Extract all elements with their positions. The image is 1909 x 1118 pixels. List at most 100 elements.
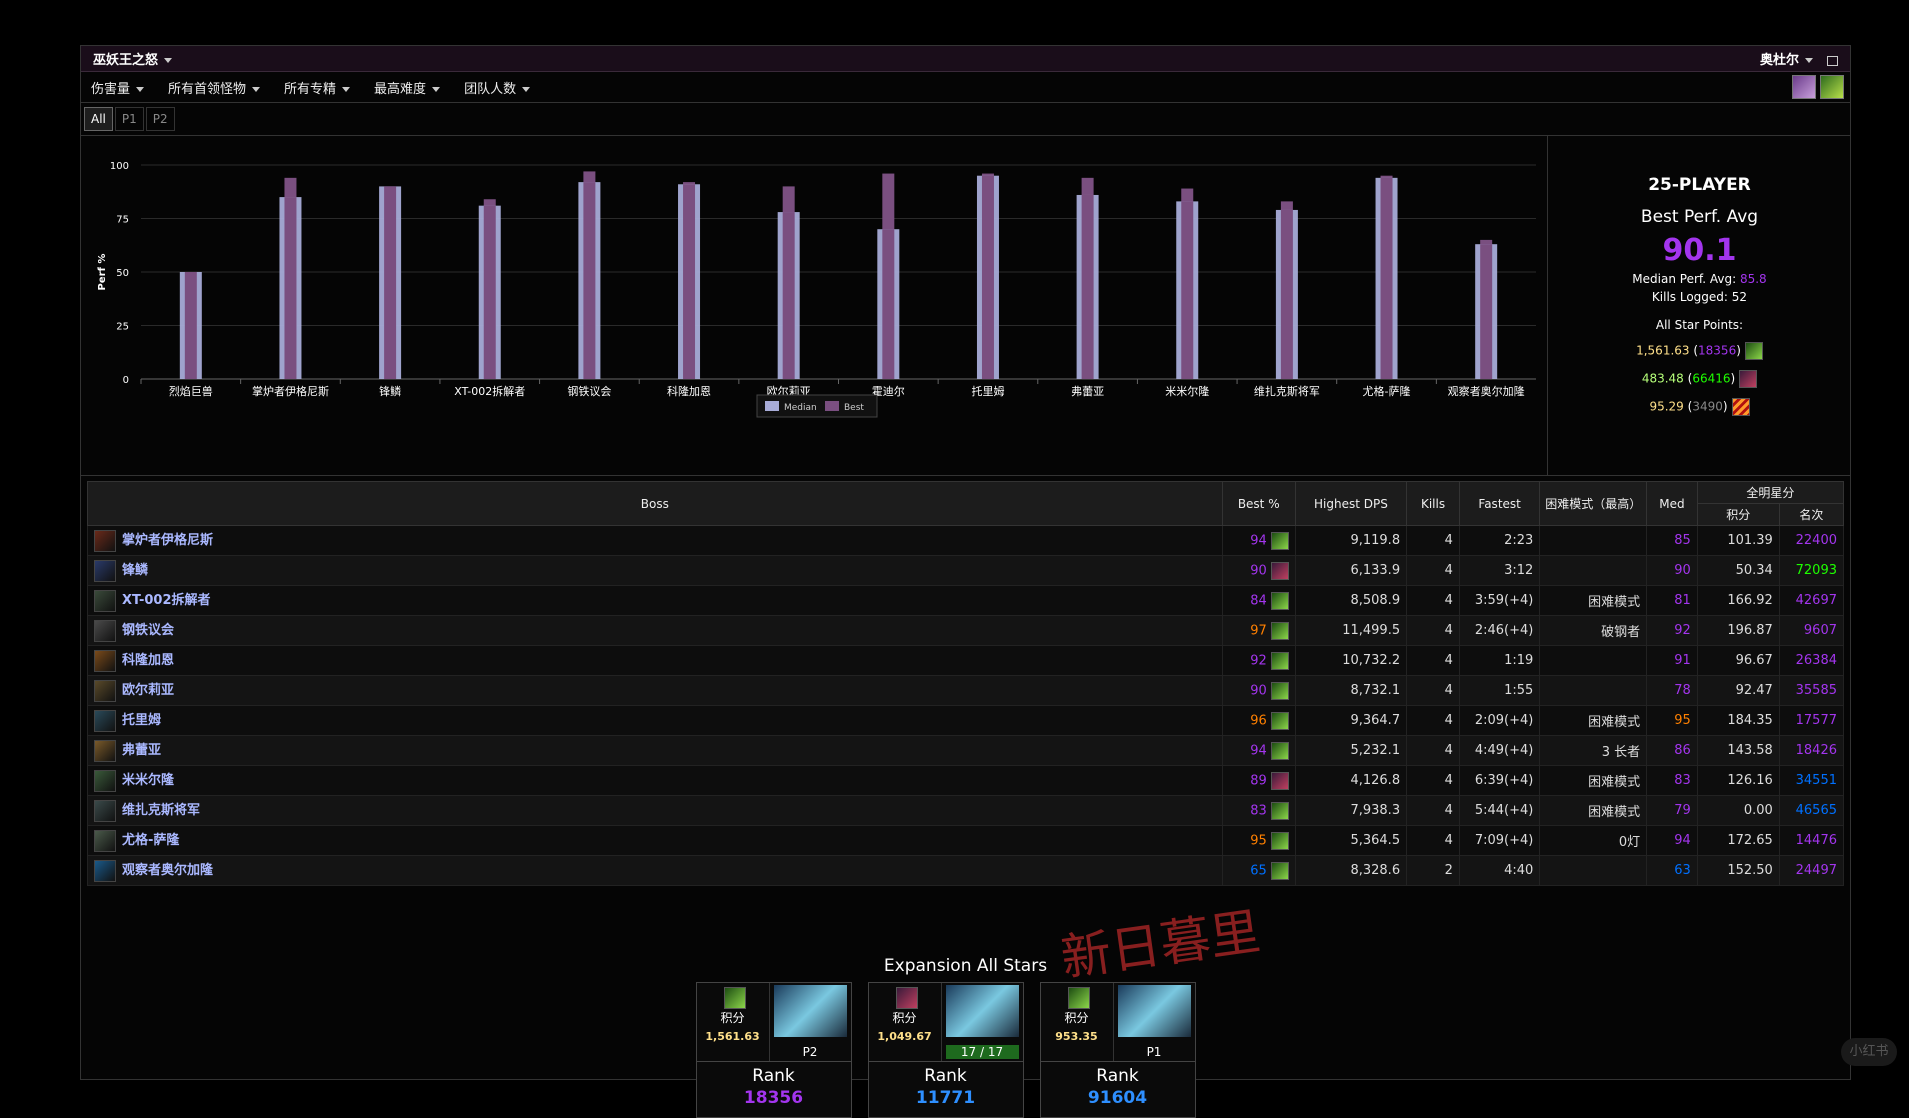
table-row[interactable]: 米米尔隆 89 4,126.8 4 6:39(+4) 困难模式 83 126.16 34551 [87, 765, 1845, 796]
table-row[interactable]: 托里姆 96 9,364.7 4 2:09(+4) 困难模式 95 184.35 17577 [87, 705, 1845, 736]
dps-cell: 8,732.1 [1294, 675, 1408, 706]
table-row[interactable]: 科隆加恩 92 10,732.2 4 1:19 91 96.67 26384 [87, 645, 1845, 676]
card-points-area: 积分 953.35 [1041, 983, 1114, 1061]
filter-spec[interactable]: 所有专精 [284, 78, 351, 97]
col-best[interactable]: Best % [1221, 481, 1296, 526]
x-tick-label: 维扎克斯将军 [1254, 384, 1320, 398]
boss-name-link[interactable]: 米米尔隆 [122, 773, 174, 788]
table-row[interactable]: XT-002拆解者 84 8,508.9 4 3:59(+4) 困难模式 81 166.92 4… [87, 585, 1845, 616]
median-label: Median Perf. Avg: [1632, 272, 1737, 286]
legend-best-label: Best [844, 403, 864, 413]
table-row[interactable]: 维扎克斯将军 83 7,938.3 4 5:44(+4) 困难模式 79 0.00 46565 [87, 795, 1845, 826]
boss-cell: 托里姆 [87, 705, 1223, 736]
server-label: 奥杜尔 [1759, 53, 1799, 68]
table-row[interactable]: 观察者奥尔加隆 65 8,328.6 2 4:40 63 152.50 24497 [87, 855, 1845, 886]
bar-best-overlay [384, 186, 397, 379]
tab-p2[interactable]: P2 [145, 107, 175, 131]
allstar-card[interactable]: 积分 1,561.63 P2 Rank 18356 [695, 982, 852, 1118]
card-label: 积分 [1064, 1011, 1089, 1025]
nature-spec-icon [1270, 861, 1289, 880]
boss-name-link[interactable]: 钢铁议会 [122, 623, 174, 638]
table-row[interactable]: 掌炉者伊格尼斯 94 9,119.8 4 2:23 85 101.39 22400 [87, 525, 1845, 556]
table-row[interactable]: 欧尔莉亚 90 8,732.1 4 1:55 78 92.47 35585 [87, 675, 1845, 706]
boss-name-link[interactable]: 锋鳞 [122, 563, 148, 578]
filter-difficulty[interactable]: 最高难度 [374, 78, 441, 97]
allstar-card[interactable]: 积分 1,049.67 17 / 17 Rank 11771 [867, 982, 1024, 1118]
allstar-point-value: 95.29 [1649, 399, 1684, 414]
x-tick-label: 掌炉者伊格尼斯 [252, 384, 329, 398]
fastest-cell: 5:44(+4) [1458, 795, 1541, 826]
class-portrait-icon [773, 985, 847, 1037]
demon-spec-icon [895, 987, 918, 1009]
y-tick-label: 50 [116, 268, 129, 279]
tab-all[interactable]: All [84, 107, 113, 131]
boss-name-link[interactable]: 托里姆 [122, 713, 161, 728]
y-tick-label: 0 [123, 375, 129, 386]
nature-spec-icon [1270, 651, 1289, 670]
chevron-down-icon [252, 86, 261, 92]
best-percent: 83 [1250, 803, 1267, 818]
boss-name-link[interactable]: 观察者奥尔加隆 [122, 863, 213, 878]
card-spec-slot [869, 987, 941, 1009]
boss-cell: 尤格-萨隆 [87, 825, 1223, 856]
fastest-cell: 1:19 [1458, 645, 1541, 676]
best-cell: 89 [1221, 765, 1296, 796]
summary-subtitle: Best Perf. Avg [1640, 207, 1759, 227]
bar-best-overlay [782, 212, 795, 379]
tab-p1[interactable]: P1 [114, 107, 144, 131]
class-icon[interactable] [1792, 75, 1816, 99]
boss-name-link[interactable]: 尤格-萨隆 [122, 833, 179, 848]
boss-portrait-icon [94, 589, 116, 612]
chevron-down-icon [1805, 58, 1813, 63]
best-perf-avg: 90.1 [1662, 233, 1737, 268]
col-fastest[interactable]: Fastest [1458, 481, 1541, 526]
filter-metric[interactable]: 伤害量 [91, 78, 145, 97]
best-cell: 90 [1221, 555, 1296, 586]
table-row[interactable]: 锋鳞 90 6,133.9 4 3:12 90 50.34 72093 [87, 555, 1845, 586]
boss-name-link[interactable]: 掌炉者伊格尼斯 [122, 533, 213, 548]
col-med[interactable]: Med [1646, 481, 1698, 526]
best-cell: 94 [1221, 735, 1296, 766]
allstar-point-value: 483.48 [1641, 371, 1684, 386]
col-boss[interactable]: Boss [87, 481, 1223, 526]
popout-icon[interactable] [1827, 55, 1838, 66]
card-spec-slot [1041, 987, 1113, 1009]
legend-median-label: Median [784, 403, 817, 413]
kills-cell: 4 [1406, 675, 1460, 706]
zone-selector[interactable]: 巫妖王之怒 [93, 49, 173, 68]
table-row[interactable]: 弗蕾亚 94 5,232.1 4 4:49(+4) 3 长者 86 143.58 18426 [87, 735, 1845, 766]
boss-name-link[interactable]: 科隆加恩 [122, 653, 174, 668]
col-dps[interactable]: Highest DPS [1294, 481, 1408, 526]
boss-name-link[interactable]: XT-002拆解者 [122, 593, 211, 608]
filter-label: 最高难度 [374, 81, 427, 97]
col-rank[interactable]: 名次 [1778, 503, 1845, 526]
col-points[interactable]: 积分 [1696, 503, 1780, 526]
best-percent: 97 [1250, 623, 1267, 638]
med-cell: 63 [1646, 855, 1698, 886]
table-row[interactable]: 尤格-萨隆 95 5,364.5 4 7:09(+4) 0灯 94 172.65 14476 [87, 825, 1845, 856]
boss-name-link[interactable]: 弗蕾亚 [122, 743, 161, 758]
filter-raid-size[interactable]: 团队人数 [464, 78, 531, 97]
points-cell: 152.50 [1696, 855, 1780, 886]
col-hardmode[interactable]: 困难模式（最高） [1539, 481, 1648, 526]
filter-boss[interactable]: 所有首领怪物 [168, 78, 261, 97]
allstar-card[interactable]: 积分 953.35 P1 Rank 91604 [1039, 982, 1196, 1118]
best-percent: 90 [1250, 563, 1267, 578]
card-points: 1,561.63 [705, 1030, 760, 1043]
key-icon[interactable] [1820, 75, 1844, 99]
card-rank-label: Rank [752, 1066, 795, 1086]
boss-name-link[interactable]: 维扎克斯将军 [122, 803, 200, 818]
server-selector[interactable]: 奥杜尔 [1760, 49, 1838, 68]
nature-spec-icon [1270, 831, 1289, 850]
best-percent: 84 [1250, 593, 1267, 608]
nature-spec-icon [1270, 621, 1289, 640]
best-percent: 94 [1250, 533, 1267, 548]
table-row[interactable]: 钢铁议会 97 11,499.5 4 2:46(+4) 破钢者 92 196.87 9607 [87, 615, 1845, 646]
med-cell: 92 [1646, 615, 1698, 646]
filter-bar: 伤害量 所有首领怪物 所有专精 最高难度 团队人数 [81, 72, 1850, 103]
boss-name-link[interactable]: 欧尔莉亚 [122, 683, 174, 698]
chevron-down-icon [522, 86, 531, 92]
best-percent: 65 [1250, 863, 1267, 878]
rank-cell: 26384 [1778, 645, 1845, 676]
col-kills[interactable]: Kills [1406, 481, 1460, 526]
